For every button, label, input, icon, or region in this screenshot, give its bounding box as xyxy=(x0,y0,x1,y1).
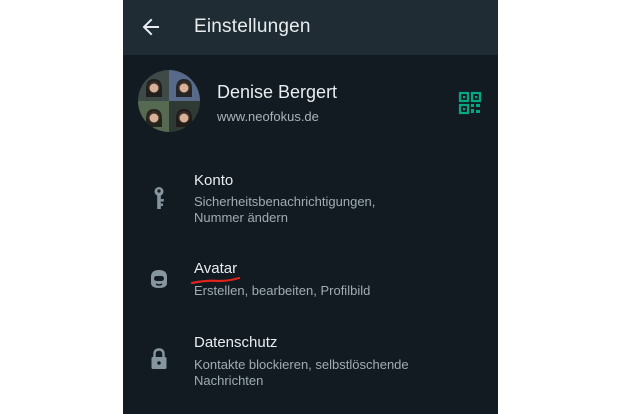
key-icon xyxy=(146,185,172,211)
settings-item-title: Avatar xyxy=(194,260,238,277)
settings-screen: Einstellungen Denise Bergert www.neofoku… xyxy=(123,0,498,414)
qr-code-button[interactable] xyxy=(457,90,483,116)
lock-icon xyxy=(146,346,172,372)
settings-item-konto[interactable]: Konto Sicherheitsbenachrichtigungen, Num… xyxy=(123,168,498,232)
qr-code-icon xyxy=(458,91,482,115)
back-button[interactable] xyxy=(137,13,165,41)
settings-item-title: Konto xyxy=(194,172,234,189)
settings-item-subtitle: Sicherheitsbenachrichtigungen, Nummer än… xyxy=(194,194,376,225)
settings-item-title: Datenschutz xyxy=(194,334,278,351)
page-title: Einstellungen xyxy=(194,16,311,37)
settings-item-datenschutz[interactable]: Datenschutz Kontakte blockieren, selbstl… xyxy=(123,331,498,395)
profile-name: Denise Bergert xyxy=(217,82,338,102)
settings-item-subtitle: Erstellen, bearbeiten, Profilbild xyxy=(194,283,371,298)
app-bar: Einstellungen xyxy=(123,0,498,55)
settings-item-avatar[interactable]: Avatar Erstellen, bearbeiten, Profilbild xyxy=(123,257,498,307)
settings-item-subtitle: Kontakte blockieren, selbstlöschende Nac… xyxy=(194,357,409,388)
avatar-face-icon xyxy=(146,266,172,292)
arrow-left-icon xyxy=(142,18,159,36)
profile-photo xyxy=(138,70,200,132)
profile-status: www.neofokus.de xyxy=(217,109,319,124)
profile-card[interactable]: Denise Bergert www.neofokus.de xyxy=(123,60,498,140)
avatar[interactable] xyxy=(138,70,200,132)
